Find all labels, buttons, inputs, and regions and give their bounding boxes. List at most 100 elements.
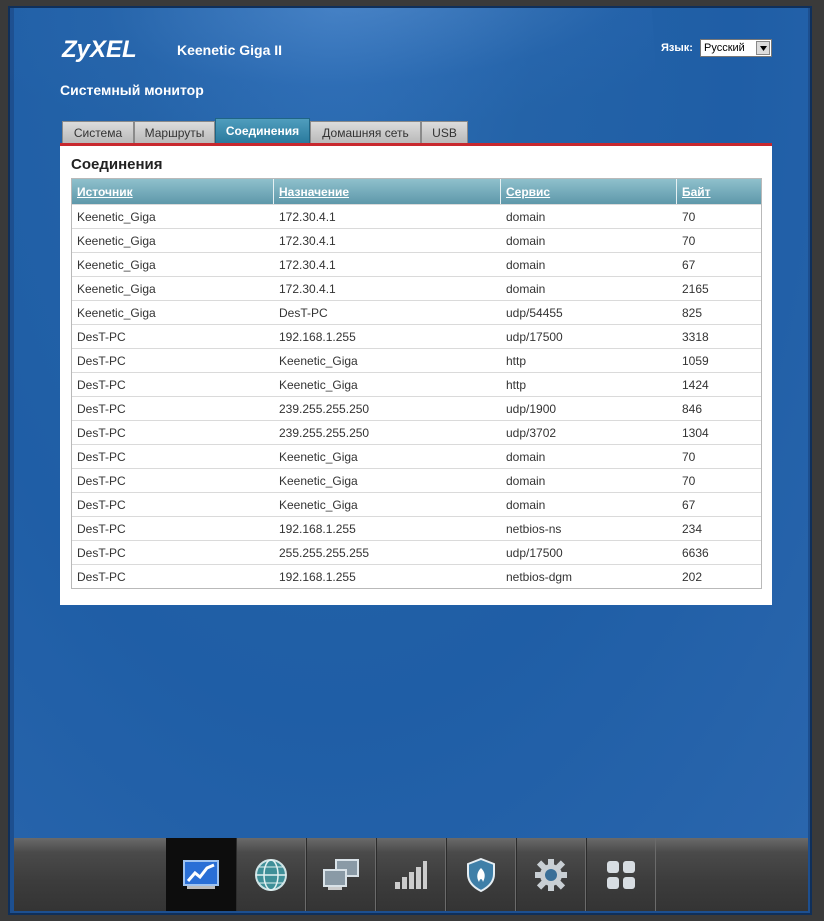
table-row: DesT-PC 192.168.1.255 udp/17500 3318 — [72, 324, 761, 348]
cell-destination: 255.255.255.255 — [279, 546, 370, 560]
monitor-button[interactable] — [166, 838, 236, 911]
shield-icon — [467, 857, 495, 892]
page-background: ZyXEL Keenetic Giga II Язык: Русский Сис… — [10, 8, 808, 838]
apps-grid-icon — [607, 860, 635, 889]
cell-bytes: 70 — [682, 450, 696, 464]
table-row: DesT-PC Keenetic_Giga domain 70 — [72, 444, 761, 468]
cell-service: netbios-ns — [506, 522, 562, 536]
tab-label: Система — [73, 125, 123, 140]
tab-usb[interactable]: USB — [421, 121, 468, 144]
table-row: Keenetic_Giga 172.30.4.1 domain 70 — [72, 228, 761, 252]
cell-bytes: 234 — [682, 522, 703, 536]
cell-source: Keenetic_Giga — [77, 306, 156, 320]
table-row: DesT-PC 255.255.255.255 udp/17500 6636 — [72, 540, 761, 564]
cell-service: domain — [506, 474, 546, 488]
cell-bytes: 67 — [682, 258, 696, 272]
network-computers-icon — [323, 858, 359, 890]
cell-service: udp/17500 — [506, 330, 563, 344]
table-row: Keenetic_Giga DesT-PC udp/54455 825 — [72, 300, 761, 324]
bottom-taskbar — [14, 838, 808, 911]
internet-button[interactable] — [236, 838, 306, 911]
tab-routes[interactable]: Маршруты — [134, 121, 215, 144]
column-header-destination[interactable]: Назначение — [279, 185, 349, 199]
settings-button[interactable] — [516, 838, 586, 911]
cell-source: DesT-PC — [77, 378, 126, 392]
cell-bytes: 202 — [682, 570, 703, 584]
cell-service: netbios-dgm — [506, 570, 573, 584]
cell-source: Keenetic_Giga — [77, 282, 156, 296]
device-model: Keenetic Giga II — [177, 42, 283, 58]
cell-bytes: 67 — [682, 498, 696, 512]
cell-destination: 172.30.4.1 — [279, 234, 336, 248]
table-row: DesT-PC 192.168.1.255 netbios-dgm 202 — [72, 564, 761, 588]
cell-destination: Keenetic_Giga — [279, 450, 358, 464]
tab-connections[interactable]: Соединения — [215, 118, 310, 144]
cell-source: DesT-PC — [77, 474, 126, 488]
cell-source: DesT-PC — [77, 522, 126, 536]
cell-destination: 172.30.4.1 — [279, 282, 336, 296]
language-label: Язык: — [661, 42, 693, 54]
table-row: DesT-PC Keenetic_Giga http 1424 — [72, 372, 761, 396]
tab-home-network[interactable]: Домашняя сеть — [310, 121, 421, 144]
home-network-button[interactable] — [306, 838, 376, 911]
chevron-down-icon[interactable] — [756, 41, 770, 55]
security-button[interactable] — [446, 838, 516, 911]
cell-destination: 239.255.255.250 — [279, 426, 370, 440]
cell-service: domain — [506, 210, 546, 224]
signal-bars-icon — [395, 860, 427, 889]
table-row: DesT-PC Keenetic_Giga domain 67 — [72, 492, 761, 516]
tab-label: Соединения — [225, 124, 300, 138]
tab-label: Домашняя сеть — [322, 125, 409, 140]
cell-service: domain — [506, 234, 546, 248]
cell-service: domain — [506, 282, 546, 296]
apps-button[interactable] — [586, 838, 656, 911]
cell-destination: 192.168.1.255 — [279, 522, 356, 536]
cell-service: domain — [506, 450, 546, 464]
cell-bytes: 70 — [682, 234, 696, 248]
cell-service: udp/17500 — [506, 546, 563, 560]
cell-destination: Keenetic_Giga — [279, 354, 358, 368]
table-body: Keenetic_Giga 172.30.4.1 domain 70 Keenetic_… — [72, 204, 761, 588]
cell-bytes: 3318 — [682, 330, 709, 344]
cell-bytes: 2165 — [682, 282, 709, 296]
cell-bytes: 1304 — [682, 426, 709, 440]
cell-service: domain — [506, 258, 546, 272]
connections-panel: Соединения Источник Назначение Сервис Ба… — [60, 146, 772, 605]
cell-destination: 172.30.4.1 — [279, 258, 336, 272]
column-header-bytes[interactable]: Байт — [682, 185, 711, 199]
table-row: Keenetic_Giga 172.30.4.1 domain 70 — [72, 204, 761, 228]
cell-service: udp/1900 — [506, 402, 557, 416]
tab-system[interactable]: Система — [62, 121, 134, 144]
cell-source: DesT-PC — [77, 450, 126, 464]
wifi-button[interactable] — [376, 838, 446, 911]
cell-bytes: 846 — [682, 402, 703, 416]
brand-logo: ZyXEL — [62, 36, 137, 63]
monitor-chart-icon — [183, 859, 219, 889]
cell-destination: DesT-PC — [279, 306, 328, 320]
cell-bytes: 70 — [682, 474, 696, 488]
globe-icon — [255, 858, 287, 891]
cell-source: DesT-PC — [77, 354, 126, 368]
panel-title: Соединения — [71, 156, 163, 173]
cell-bytes: 1424 — [682, 378, 709, 392]
cell-source: DesT-PC — [77, 498, 126, 512]
cell-source: DesT-PC — [77, 570, 126, 584]
column-header-service[interactable]: Сервис — [506, 185, 550, 199]
column-header-source[interactable]: Источник — [77, 185, 133, 199]
app-frame: ZyXEL Keenetic Giga II Язык: Русский Сис… — [8, 6, 812, 915]
table-row: Keenetic_Giga 172.30.4.1 domain 2165 — [72, 276, 761, 300]
table-header: Источник Назначение Сервис Байт — [72, 179, 761, 204]
cell-destination: Keenetic_Giga — [279, 474, 358, 488]
table-row: DesT-PC Keenetic_Giga domain 70 — [72, 468, 761, 492]
table-row: DesT-PC 239.255.255.250 udp/1900 846 — [72, 396, 761, 420]
cell-source: DesT-PC — [77, 402, 126, 416]
language-select-value: Русский — [704, 42, 745, 54]
language-select[interactable]: Русский — [700, 39, 772, 57]
column-separator — [273, 179, 274, 204]
cell-service: domain — [506, 498, 546, 512]
tab-label: USB — [432, 125, 457, 140]
cell-source: Keenetic_Giga — [77, 258, 156, 272]
cell-bytes: 1059 — [682, 354, 709, 368]
cell-bytes: 6636 — [682, 546, 709, 560]
page-title: Системный монитор — [60, 82, 204, 98]
